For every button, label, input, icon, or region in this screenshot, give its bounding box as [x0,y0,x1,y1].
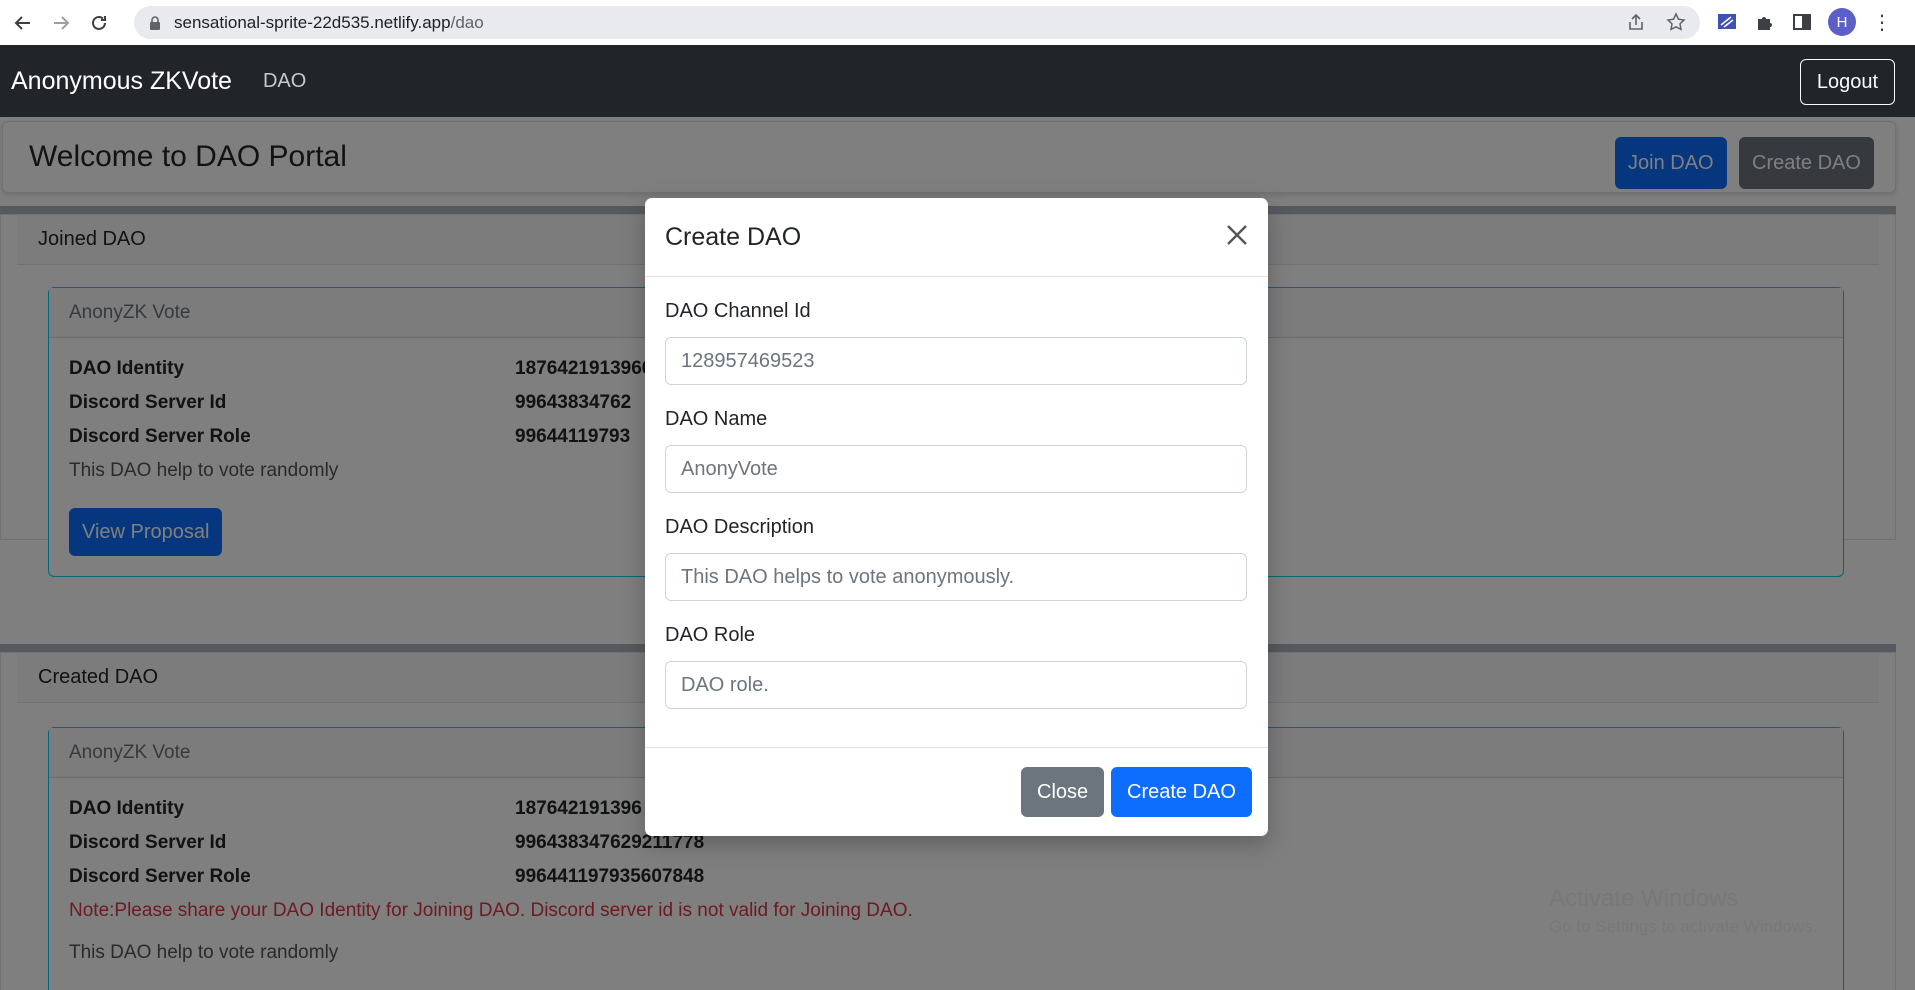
windows-activation-watermark: Activate Windows Go to Settings to activ… [1549,885,1817,937]
windows-activation-subtitle: Go to Settings to activate Windows. [1549,917,1818,936]
extensions-puzzle-icon[interactable] [1754,11,1776,33]
extension-cast-icon[interactable] [1716,11,1738,33]
nav-link-dao[interactable]: DAO [263,70,306,93]
dao-description-input[interactable] [665,553,1247,601]
dao-channel-id-label: DAO Channel Id [665,300,811,322]
windows-activation-title: Activate Windows [1549,885,1739,912]
reload-icon[interactable] [84,8,114,38]
close-button[interactable]: Close [1021,767,1105,817]
url-text: sensational-sprite-22d535.netlify.app/da… [174,12,484,32]
dao-role-input[interactable] [665,661,1247,709]
profile-avatar[interactable]: H [1828,8,1856,36]
dao-name-label: DAO Name [665,408,768,430]
brand-link[interactable]: Anonymous ZKVote [11,67,232,96]
back-icon[interactable] [8,8,38,38]
star-icon[interactable] [1666,12,1686,32]
sidebar-icon[interactable] [1792,12,1812,32]
dao-role-label: DAO Role [665,624,756,646]
app-navbar: Anonymous ZKVote DAO Logout [0,45,1915,117]
lock-icon [150,15,160,30]
create-dao-modal: Create DAO DAO Channel Id DAO Name DAO D… [645,198,1268,836]
modal-header: Create DAO [645,198,1268,277]
dao-description-label: DAO Description [665,516,814,538]
forward-icon[interactable] [46,8,76,38]
modal-footer: Close Create DAO [645,747,1268,836]
dao-name-input[interactable] [665,445,1247,493]
modal-title: Create DAO [665,223,802,251]
browser-toolbar: sensational-sprite-22d535.netlify.app/da… [0,0,1915,45]
dao-channel-id-input[interactable] [665,337,1247,385]
address-bar[interactable]: sensational-sprite-22d535.netlify.app/da… [134,6,1700,39]
create-dao-button[interactable]: Create DAO [1111,767,1252,817]
close-icon[interactable] [1222,220,1252,250]
logout-button[interactable]: Logout [1799,59,1895,105]
share-icon[interactable] [1626,12,1646,32]
browser-menu-icon[interactable]: ⋮ [1872,10,1892,35]
